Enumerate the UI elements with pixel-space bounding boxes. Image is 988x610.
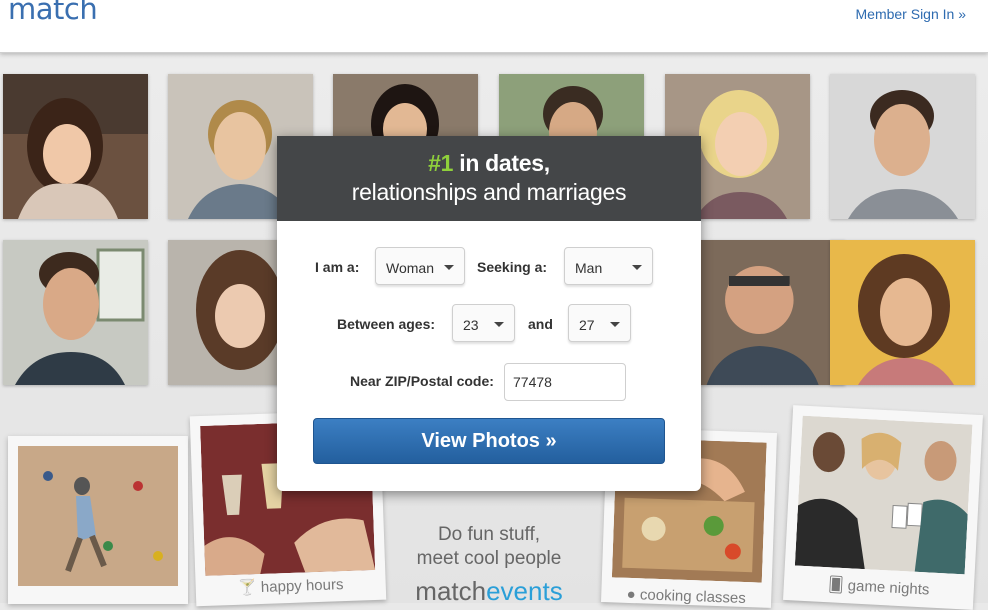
caption-text: game nights xyxy=(847,577,930,599)
member-photo-image xyxy=(830,240,975,385)
i-am-select[interactable]: Woman xyxy=(375,247,465,285)
caption-happy-hours: 🍸 happy hours xyxy=(195,574,386,599)
member-sign-in-link[interactable]: Member Sign In » xyxy=(856,6,967,22)
polaroid-climbing xyxy=(8,436,188,604)
brand-match: match xyxy=(415,576,487,606)
playing-card-icon: 🂠 xyxy=(827,576,845,595)
match-logo[interactable]: match xyxy=(8,0,98,26)
climbing-photo xyxy=(18,446,178,586)
events-line1: Do fun stuff, xyxy=(437,524,541,545)
seeking-label: Seeking a: xyxy=(477,259,548,275)
member-photo xyxy=(700,240,845,385)
chevron-down-icon xyxy=(632,265,642,270)
member-photo xyxy=(3,240,148,385)
caption-cooking: ● cooking classes xyxy=(601,585,771,608)
martini-icon: 🍸 xyxy=(237,579,258,597)
chevron-down-icon xyxy=(494,322,504,327)
view-photos-button[interactable]: View Photos » xyxy=(313,418,665,464)
tagline-rest: in dates, xyxy=(453,150,550,176)
brand-events: events xyxy=(486,576,563,606)
chef-icon: ● xyxy=(626,585,637,604)
and-label: and xyxy=(528,316,553,332)
chevron-down-icon xyxy=(610,322,620,327)
tagline-line2: relationships and marriages xyxy=(351,179,627,205)
age-min-value: 23 xyxy=(463,317,479,333)
seeking-select[interactable]: Man xyxy=(564,247,653,285)
member-photo-image xyxy=(3,240,148,385)
member-photo xyxy=(3,74,148,219)
tagline-number: #1 xyxy=(428,150,454,176)
match-events-logo[interactable]: matchevents xyxy=(384,576,594,607)
site-header: match Member Sign In » xyxy=(0,0,988,53)
tagline-line1: #1 in dates, xyxy=(277,136,701,177)
member-photo-image xyxy=(700,240,845,385)
age-max-value: 27 xyxy=(579,317,595,333)
search-panel-header: #1 in dates, relationships and marriages xyxy=(277,136,701,221)
search-panel: #1 in dates, relationships and marriages… xyxy=(277,136,701,491)
caption-text: happy hours xyxy=(260,576,344,596)
age-min-select[interactable]: 23 xyxy=(452,304,515,342)
zip-label: Near ZIP/Postal code: xyxy=(350,373,494,389)
age-max-select[interactable]: 27 xyxy=(568,304,631,342)
chevron-down-icon xyxy=(444,265,454,270)
events-line2: meet cool people xyxy=(416,548,562,569)
ages-label: Between ages: xyxy=(337,316,436,332)
member-photo-image xyxy=(3,74,148,219)
events-tagline: Do fun stuff, meet cool people xyxy=(384,523,594,571)
zip-input[interactable] xyxy=(504,363,626,401)
game-nights-photo xyxy=(794,415,973,575)
i-am-label: I am a: xyxy=(315,259,360,275)
caption-game-nights: 🂠 game nights xyxy=(783,573,974,601)
member-photo xyxy=(830,74,975,219)
member-photo-image xyxy=(830,74,975,219)
seeking-value: Man xyxy=(575,260,603,276)
polaroid-game-nights: 🂠 game nights xyxy=(783,405,983,610)
caption-text: cooking classes xyxy=(639,586,747,608)
i-am-value: Woman xyxy=(386,260,434,276)
member-photo xyxy=(830,240,975,385)
